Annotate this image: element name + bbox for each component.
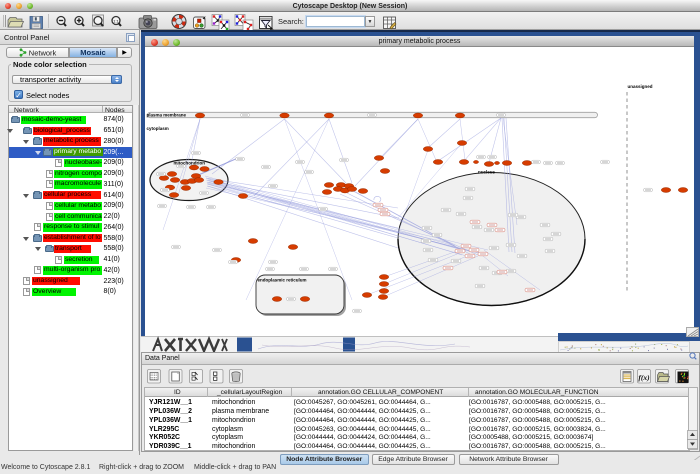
svg-text:f(x): f(x) xyxy=(638,373,650,382)
